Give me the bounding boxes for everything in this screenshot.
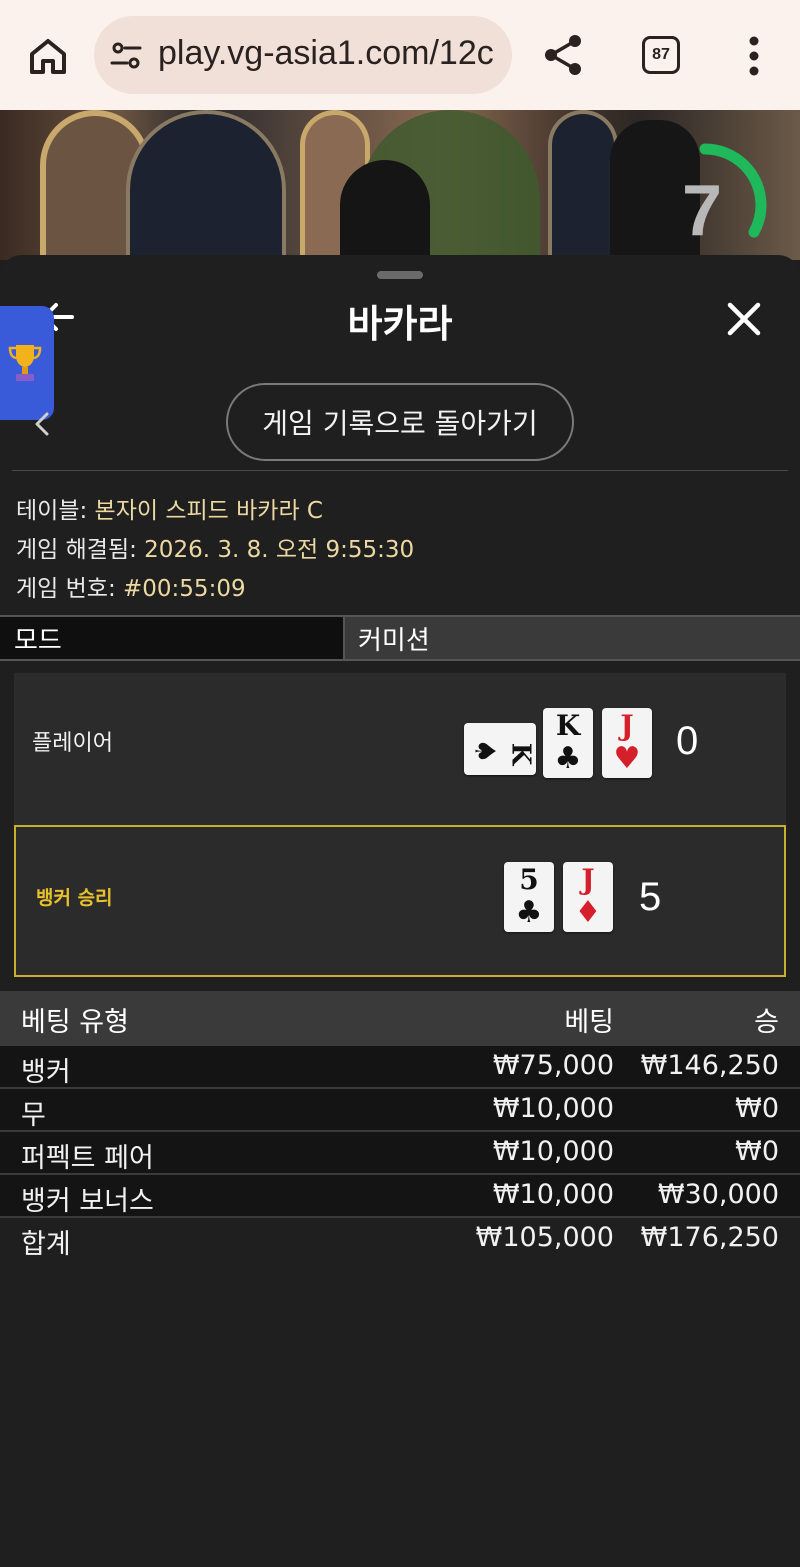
table-info: 테이블: 본자이 스피드 바카라 C [16, 491, 323, 525]
card-suit: ♣ [554, 741, 582, 776]
bet-type: 무 [21, 1100, 46, 1131]
win-amount: ₩0 [735, 1136, 779, 1167]
more-options-icon[interactable] [740, 34, 768, 78]
header-bet: 베팅 [564, 1007, 614, 1038]
bet-amount: ₩10,000 [492, 1093, 614, 1124]
game-number-label: 게임 번호: [16, 576, 124, 602]
share-icon[interactable] [540, 32, 586, 78]
bet-type: 뱅커 [21, 1057, 71, 1088]
player-hand: 플레이어 K ♠ K ♣ J ♥ 0 [14, 673, 786, 825]
win-amount: ₩30,000 [657, 1179, 779, 1210]
banker-win-label: 뱅커 승리 [36, 887, 113, 909]
table-row: 뱅커 ₩75,000 ₩146,250 [0, 1046, 800, 1089]
player-card-1: K ♠ [464, 723, 536, 775]
live-video-feed: 7 [0, 110, 800, 260]
bet-amount: ₩10,000 [492, 1136, 614, 1167]
divider [12, 470, 788, 471]
card-suit: ♠ [468, 738, 502, 764]
card-rank: J [581, 863, 595, 896]
player-card-3: J ♥ [602, 708, 652, 778]
mode-value: 커미션 [358, 626, 430, 656]
bets-table-header: 베팅 유형 베팅 승 [0, 991, 800, 1046]
game-number-info: 게임 번호: #00:55:09 [16, 569, 246, 603]
header-win: 승 [754, 1007, 779, 1038]
bet-amount: ₩75,000 [492, 1050, 614, 1081]
total-win: ₩176,250 [640, 1222, 779, 1253]
card-rank: K [555, 709, 581, 742]
address-bar[interactable]: play.vg-asia1.com/12c [94, 16, 512, 94]
card-rank: K [505, 742, 536, 766]
leaderboard-tab[interactable] [0, 306, 54, 420]
game-number-value: #00:55:09 [123, 576, 246, 602]
home-icon[interactable] [26, 34, 70, 78]
back-to-history-button[interactable]: 게임 기록으로 돌아가기 [226, 383, 574, 461]
card-rank: J [620, 709, 634, 742]
banker-card-1: 5 ♣ [504, 862, 554, 932]
dealer-silhouette [340, 160, 430, 260]
banker-hand: 뱅커 승리 5 ♣ J ♦ 5 [14, 825, 786, 977]
sheet-title: 바카라 [347, 302, 453, 346]
total-row: 합계 ₩105,000 ₩176,250 [0, 1218, 800, 1261]
game-detail-sheet: 바카라 게임 기록으로 돌아가기 테이블: 본자이 스피드 바카라 C 게임 해… [0, 255, 800, 1567]
trophy-icon [8, 345, 42, 381]
win-amount: ₩0 [735, 1093, 779, 1124]
table-row: 뱅커 보너스 ₩10,000 ₩30,000 [0, 1175, 800, 1218]
card-rank: 5 [519, 863, 539, 896]
chevron-left-icon[interactable] [32, 410, 52, 438]
total-bet: ₩105,000 [475, 1222, 614, 1253]
win-amount: ₩146,250 [640, 1050, 779, 1081]
site-settings-icon[interactable] [108, 38, 144, 74]
bet-type: 뱅커 보너스 [21, 1186, 154, 1217]
header-bet-type: 베팅 유형 [21, 1007, 129, 1038]
bet-amount: ₩10,000 [492, 1179, 614, 1210]
resolved-value: 2026. 3. 8. 오전 9:55:30 [144, 537, 415, 563]
table-row: 무 ₩10,000 ₩0 [0, 1089, 800, 1132]
card-suit: ♣ [515, 895, 543, 930]
player-score: 0 [676, 719, 699, 763]
sheet-drag-handle[interactable] [377, 271, 423, 279]
browser-toolbar: play.vg-asia1.com/12c 87 [0, 0, 800, 110]
table-value: 본자이 스피드 바카라 C [94, 498, 323, 524]
tab-switcher-button[interactable]: 87 [642, 36, 680, 74]
table-label: 테이블: [16, 498, 95, 524]
player-card-2: K ♣ [543, 708, 593, 778]
close-icon[interactable] [726, 301, 762, 337]
countdown-timer-value: 7 [682, 171, 723, 251]
card-suit: ♥ [613, 741, 641, 776]
url-text[interactable]: play.vg-asia1.com/12c [158, 34, 494, 73]
resolved-info: 게임 해결됨: 2026. 3. 8. 오전 9:55:30 [16, 530, 414, 564]
player-label: 플레이어 [32, 731, 113, 756]
resolved-label: 게임 해결됨: [16, 537, 145, 563]
mode-label: 모드 [0, 617, 345, 659]
banker-card-2: J ♦ [563, 862, 613, 932]
mode-row: 모드 커미션 [0, 615, 800, 661]
total-label: 합계 [21, 1229, 71, 1260]
bet-type: 퍼펙트 페어 [21, 1143, 154, 1174]
banker-score: 5 [639, 875, 662, 919]
card-suit: ♦ [574, 895, 602, 930]
table-row: 퍼펙트 페어 ₩10,000 ₩0 [0, 1132, 800, 1175]
